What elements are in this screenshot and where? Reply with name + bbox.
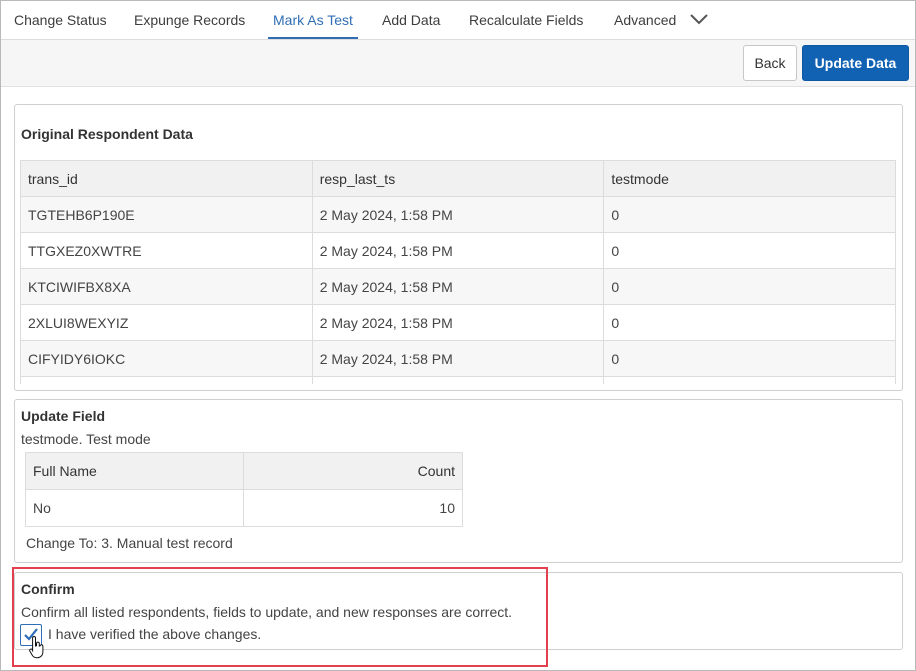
table-row: No 10: [24, 489, 463, 527]
cell-testmode: 0: [603, 268, 896, 305]
original-data-scroll[interactable]: trans_id resp_last_ts testmode TGTEHB6P1…: [20, 160, 896, 384]
table-row: TGTEHB6P190E 2 May 2024, 1:58 PM 0: [20, 196, 896, 233]
tab-recalculate-fields[interactable]: Recalculate Fields: [469, 1, 583, 39]
table-header-row: trans_id resp_last_ts testmode: [20, 160, 896, 197]
column-header-testmode[interactable]: testmode: [603, 160, 896, 197]
table-header-row: Full Name Count: [24, 452, 463, 490]
cell-resp-last-ts: 2 May 2024, 1:58 PM: [311, 196, 605, 233]
update-field-table: Full Name Count No 10: [24, 452, 463, 527]
cell-testmode: 0: [603, 232, 896, 269]
action-toolbar: Back Update Data: [1, 40, 915, 87]
cell-resp-last-ts: 2 May 2024, 1:58 PM: [311, 340, 605, 377]
cell-testmode: 0: [603, 340, 896, 377]
update-data-button[interactable]: Update Data: [802, 45, 909, 81]
cell-testmode: 0: [603, 196, 896, 233]
column-header-trans-id[interactable]: trans_id: [20, 160, 313, 197]
app-frame: Change Status Expunge Records Mark As Te…: [0, 0, 916, 671]
cell-resp-last-ts: 2 May 2024, 1:58 PM: [311, 232, 605, 269]
tab-add-data[interactable]: Add Data: [382, 1, 440, 39]
tab-change-status[interactable]: Change Status: [14, 1, 107, 39]
tab-bar: Change Status Expunge Records Mark As Te…: [1, 1, 915, 40]
update-field-title: Update Field: [21, 408, 106, 424]
table-row: TTGXEZ0XWTRE 2 May 2024, 1:58 PM 0: [20, 232, 896, 269]
tab-advanced[interactable]: Advanced: [614, 1, 676, 39]
cell-full-name: No: [24, 489, 245, 527]
cell-trans-id: KTCIWIFBX8XA: [20, 268, 313, 305]
table-row: KTCIWIFBX8XA 2 May 2024, 1:58 PM 0: [20, 268, 896, 305]
update-field-name: testmode. Test mode: [21, 431, 151, 447]
update-field-panel: Update Field testmode. Test mode Full Na…: [14, 399, 903, 563]
cell-resp-last-ts: 2 May 2024, 1:58 PM: [311, 304, 605, 341]
table-row: CIFYIDY6IOKC 2 May 2024, 1:58 PM 0: [20, 340, 896, 377]
original-data-panel: Original Respondent Data trans_id resp_l…: [14, 104, 903, 391]
column-header-count: Count: [243, 452, 463, 490]
original-data-table: trans_id resp_last_ts testmode TGTEHB6P1…: [20, 160, 896, 384]
original-data-title: Original Respondent Data: [21, 126, 193, 142]
cell-testmode: 0: [603, 304, 896, 341]
tab-expunge-records[interactable]: Expunge Records: [134, 1, 245, 39]
hand-cursor-icon: [29, 635, 44, 659]
confirm-highlight-box: [12, 567, 548, 667]
chevron-down-icon[interactable]: [689, 12, 709, 26]
back-button[interactable]: Back: [743, 45, 797, 81]
column-header-resp-last-ts[interactable]: resp_last_ts: [311, 160, 605, 197]
cell-trans-id: TTGXEZ0XWTRE: [20, 232, 313, 269]
cell-trans-id: 2XLUI8WEXYIZ: [20, 304, 313, 341]
table-row: 2XLUI8WEXYIZ 2 May 2024, 1:58 PM 0: [20, 304, 896, 341]
cell-count: 10: [243, 489, 463, 527]
table-row-partial: [20, 376, 896, 384]
cell-trans-id: TGTEHB6P190E: [20, 196, 313, 233]
column-header-full-name: Full Name: [24, 452, 245, 490]
cell-trans-id: CIFYIDY6IOKC: [20, 340, 313, 377]
cell-resp-last-ts: 2 May 2024, 1:58 PM: [311, 268, 605, 305]
change-to-text: Change To: 3. Manual test record: [26, 535, 233, 551]
tab-mark-as-test[interactable]: Mark As Test: [268, 1, 358, 39]
